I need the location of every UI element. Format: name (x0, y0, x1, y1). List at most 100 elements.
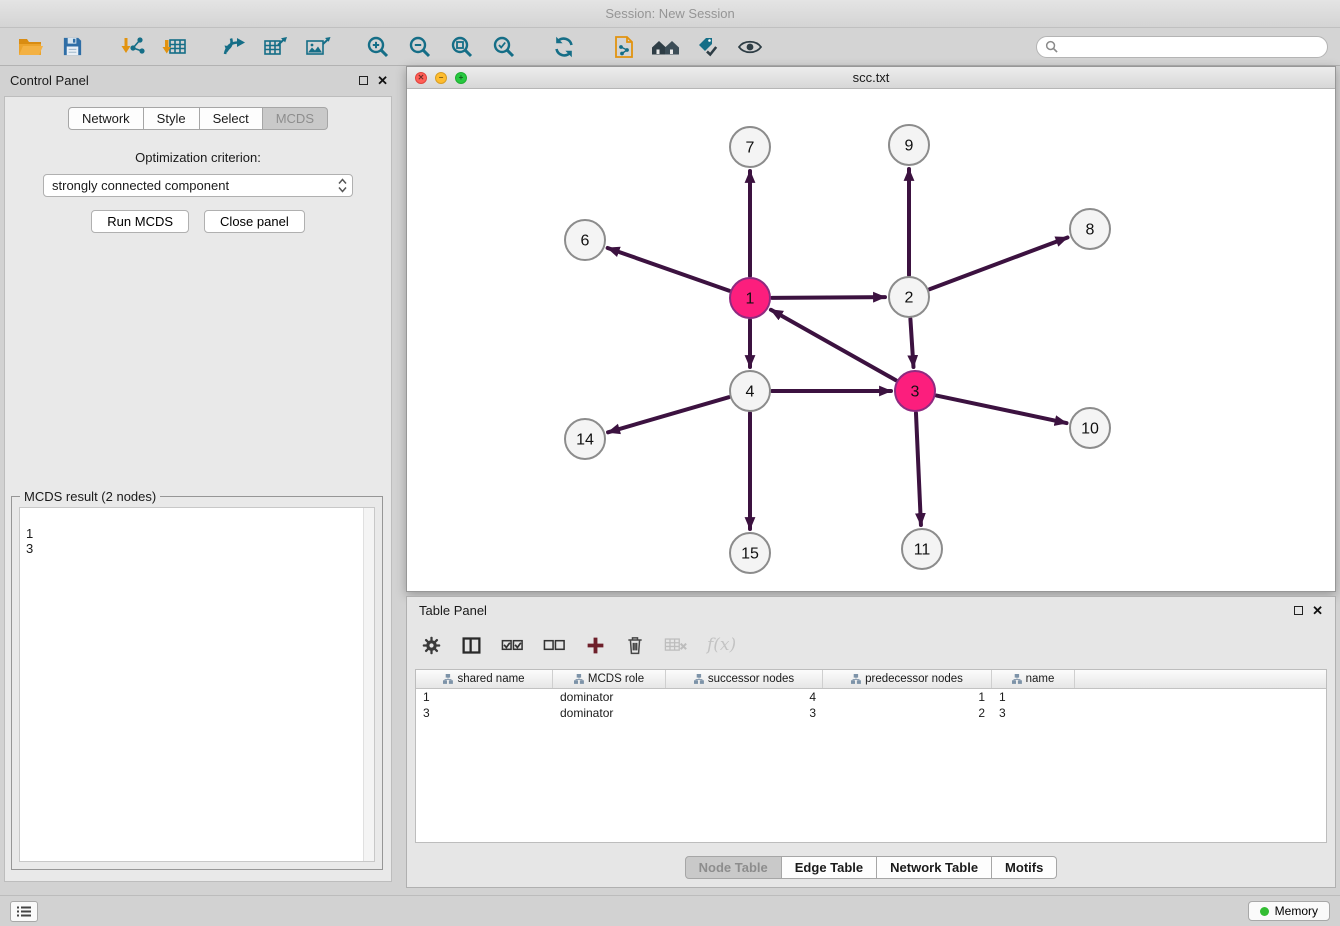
toggle-graphics-button[interactable] (732, 32, 768, 62)
import-table-button[interactable] (156, 32, 192, 62)
column-header-name[interactable]: name (992, 670, 1075, 688)
window-title: Session: New Session (605, 6, 734, 21)
tab-style[interactable]: Style (144, 107, 200, 130)
graph-node-14[interactable]: 14 (565, 419, 605, 459)
network-import-icon (119, 35, 145, 59)
close-window-icon[interactable]: ✕ (415, 72, 427, 84)
network-overview-button[interactable] (606, 32, 642, 62)
graph-node-2[interactable]: 2 (889, 277, 929, 317)
import-network-button[interactable] (114, 32, 150, 62)
graph-node-6[interactable]: 6 (565, 220, 605, 260)
dropdown-stepper-icon (338, 178, 347, 193)
export-table-button[interactable] (258, 32, 294, 62)
edge-1-6[interactable] (608, 248, 730, 291)
column-header-shared-name[interactable]: shared name (416, 670, 553, 688)
column-header-MCDS-role[interactable]: MCDS role (553, 670, 666, 688)
edge-2-8[interactable] (930, 237, 1068, 289)
close-panel-icon[interactable]: ✕ (377, 74, 388, 87)
edge-2-3[interactable] (910, 319, 913, 367)
show-columns-button[interactable] (461, 635, 482, 656)
search-input[interactable] (1063, 40, 1319, 54)
criterion-dropdown[interactable]: strongly connected component (43, 174, 353, 197)
window-controls: ✕ − + (407, 72, 467, 84)
graph-node-10[interactable]: 10 (1070, 408, 1110, 448)
table-cell: 1 (416, 690, 553, 704)
apply-layout-button[interactable] (546, 32, 582, 62)
column-header-predecessor-nodes[interactable]: predecessor nodes (823, 670, 992, 688)
zoom-in-button[interactable] (360, 32, 396, 62)
save-session-button[interactable] (54, 32, 90, 62)
minimize-window-icon[interactable]: − (435, 72, 447, 84)
zoom-out-button[interactable] (402, 32, 438, 62)
column-header-label: MCDS role (588, 673, 644, 685)
tab-motifs[interactable]: Motifs (992, 856, 1057, 879)
table-panel-title: Table Panel (419, 603, 487, 618)
graph-node-7[interactable]: 7 (730, 127, 770, 167)
node-label: 15 (741, 546, 759, 563)
tab-network[interactable]: Network (68, 107, 144, 130)
table-row[interactable]: 1dominator411 (416, 689, 1326, 705)
column-sort-icon (574, 674, 584, 684)
graph-node-4[interactable]: 4 (730, 371, 770, 411)
annotation-button[interactable] (690, 32, 726, 62)
run-mcds-button[interactable]: Run MCDS (91, 210, 189, 233)
column-header-successor-nodes[interactable]: successor nodes (666, 670, 823, 688)
table-export-icon (263, 35, 289, 59)
zoom-fit-button[interactable] (444, 32, 480, 62)
mcds-result-text-area[interactable]: 1 3 (19, 507, 375, 862)
export-image-button[interactable] (300, 32, 336, 62)
edge-3-10[interactable] (937, 396, 1067, 423)
zoom-toolbar-group (360, 32, 522, 62)
mcds-result-values: 1 3 (26, 526, 33, 556)
table-settings-button[interactable] (421, 635, 442, 656)
edge-1-2[interactable] (772, 297, 885, 298)
export-network-button[interactable] (216, 32, 252, 62)
edge-3-1[interactable] (771, 310, 896, 380)
select-all-columns-button[interactable] (501, 636, 524, 654)
column-header-label: predecessor nodes (865, 673, 963, 685)
result-scrollbar[interactable] (363, 508, 374, 861)
checked-boxes-icon (501, 636, 524, 654)
tab-mcds[interactable]: MCDS (263, 107, 328, 130)
network-canvas[interactable]: 7 9 6 8 1 2 4 3 14 10 15 11 (407, 89, 1335, 591)
close-table-panel-icon[interactable]: ✕ (1312, 604, 1323, 617)
float-table-panel-icon[interactable] (1294, 606, 1303, 615)
search-field[interactable] (1036, 36, 1328, 58)
graph-node-3[interactable]: 3 (895, 371, 935, 411)
graph-node-9[interactable]: 9 (889, 125, 929, 165)
graph-node-1[interactable]: 1 (730, 278, 770, 318)
tab-edge-table[interactable]: Edge Table (782, 856, 877, 879)
layout-toolbar-group (546, 32, 582, 62)
table-cell: 3 (416, 706, 553, 720)
graph-node-15[interactable]: 15 (730, 533, 770, 573)
float-panel-icon[interactable] (359, 76, 368, 85)
open-session-button[interactable] (12, 32, 48, 62)
tab-select[interactable]: Select (200, 107, 263, 130)
close-panel-button[interactable]: Close panel (204, 210, 305, 233)
mcds-result-box: MCDS result (2 nodes) 1 3 (11, 496, 383, 870)
function-builder-button[interactable]: f(x) (707, 635, 736, 655)
delete-row-button[interactable] (625, 634, 645, 656)
search-icon (1045, 40, 1058, 53)
memory-button[interactable]: Memory (1248, 901, 1330, 921)
tab-network-table[interactable]: Network Table (877, 856, 992, 879)
graph-node-8[interactable]: 8 (1070, 209, 1110, 249)
control-panel-title: Control Panel (10, 73, 89, 88)
task-history-button[interactable] (10, 901, 38, 922)
graph-node-11[interactable]: 11 (902, 529, 942, 569)
network-graph[interactable]: 7 9 6 8 1 2 4 3 14 10 15 11 (407, 89, 1335, 591)
unselect-all-columns-button[interactable] (543, 636, 566, 654)
edge-4-14[interactable] (608, 397, 729, 432)
houses-icon (651, 35, 681, 59)
node-label: 11 (914, 542, 931, 559)
tab-node-table[interactable]: Node Table (685, 856, 782, 879)
table-row[interactable]: 3dominator323 (416, 705, 1326, 721)
edge-3-11[interactable] (916, 413, 921, 525)
first-neighbors-button[interactable] (648, 32, 684, 62)
import-toolbar-group (114, 32, 192, 62)
mcds-buttons-row: Run MCDS Close panel (5, 210, 391, 233)
zoom-selected-button[interactable] (486, 32, 522, 62)
zoom-window-icon[interactable]: + (455, 72, 467, 84)
delete-column-button[interactable] (664, 636, 688, 655)
create-column-button[interactable] (585, 635, 606, 656)
